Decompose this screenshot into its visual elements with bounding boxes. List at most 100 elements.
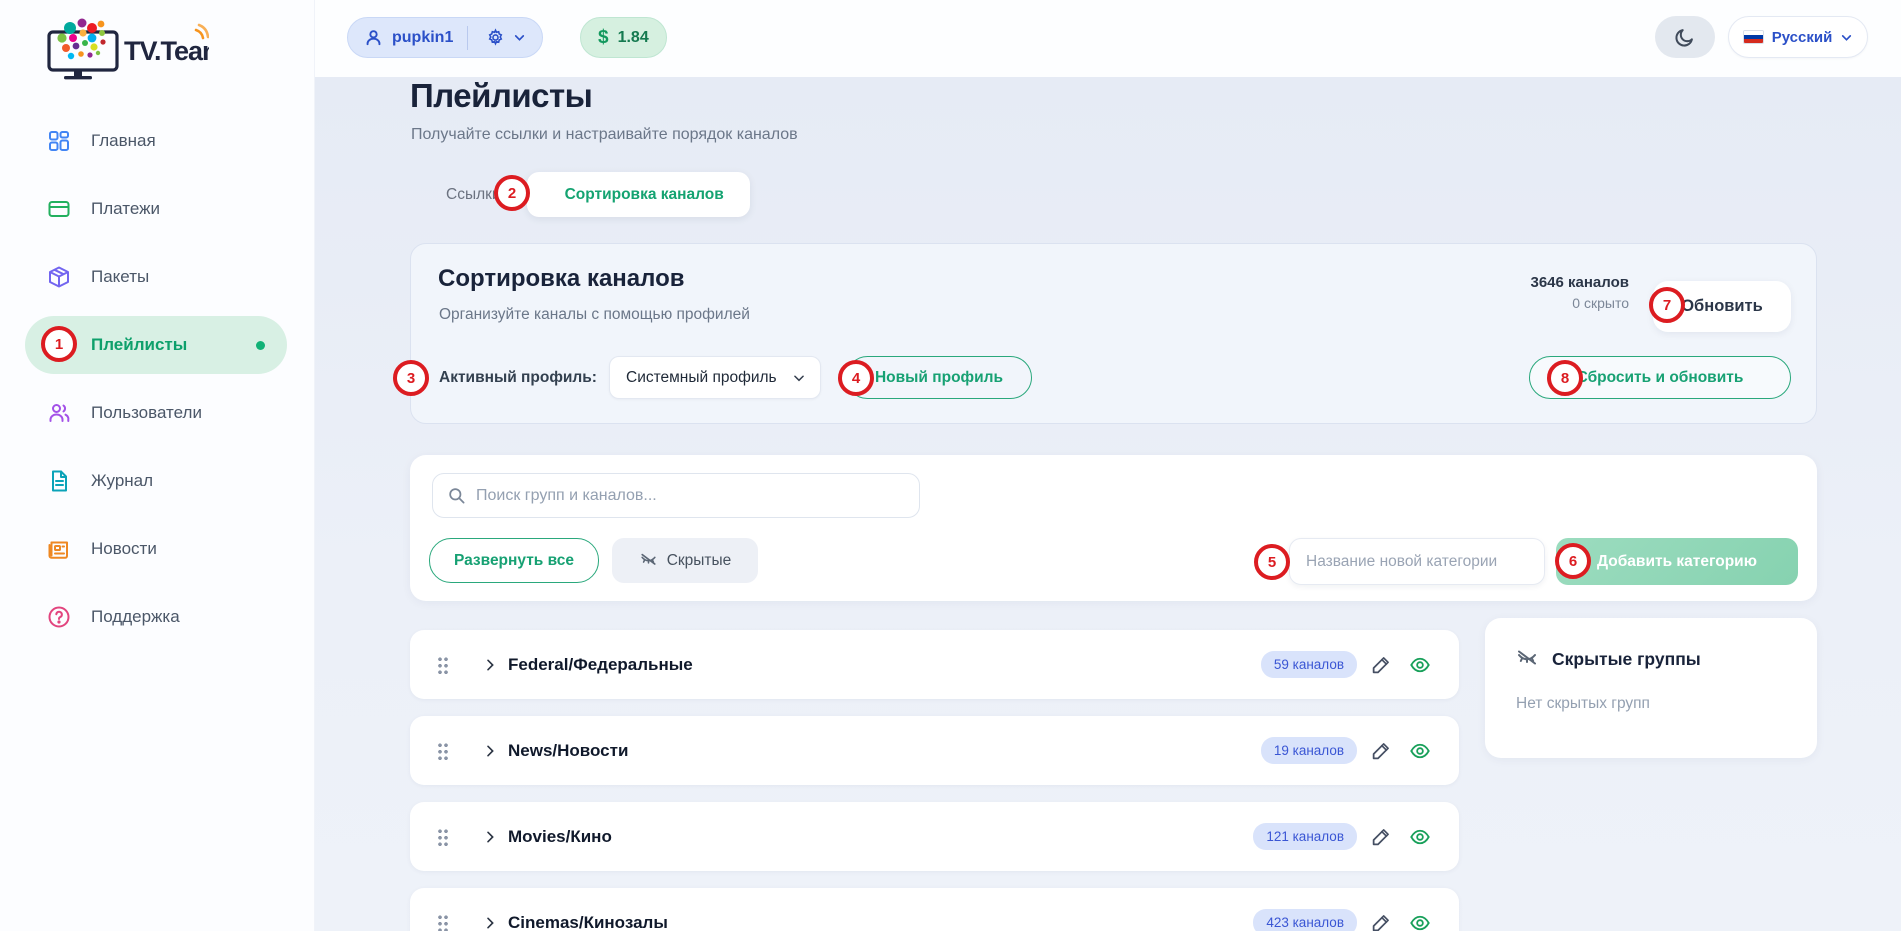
sidebar-item-label: Журнал [91, 471, 153, 491]
chevron-down-icon [792, 371, 806, 385]
sorting-card-subtitle: Организуйте каналы с помощью профилей [439, 306, 750, 324]
toggle-visibility-button[interactable] [1405, 822, 1435, 852]
balance-button[interactable]: $ 1.84 [580, 17, 667, 58]
group-row[interactable]: Federal/Федеральные 59 каналов [410, 630, 1459, 699]
edit-group-button[interactable] [1366, 908, 1396, 931]
annotation-circle-2: 2 [494, 175, 530, 211]
package-icon [47, 265, 71, 289]
sidebar-item-journal[interactable]: Журнал [25, 452, 287, 510]
profile-select[interactable]: Системный профиль [609, 356, 821, 399]
tab-channel-sorting[interactable]: Сортировка каналов [527, 172, 750, 217]
users-icon [47, 401, 71, 425]
eye-icon [1409, 654, 1431, 676]
hidden-count: 0 скрыто [1359, 295, 1629, 311]
group-row[interactable]: Movies/Кино 121 каналов [410, 802, 1459, 871]
pencil-icon [1371, 740, 1392, 761]
hidden-groups-title: Скрытые группы [1552, 649, 1701, 670]
toggle-visibility-button[interactable] [1405, 650, 1435, 680]
credit-card-icon [47, 197, 71, 221]
sidebar-item-support[interactable]: Поддержка [25, 588, 287, 646]
tv-icon [49, 19, 117, 80]
annotation-circle-3: 3 [393, 360, 429, 396]
group-row[interactable]: Cinemas/Кинозалы 423 каналов [410, 888, 1459, 931]
channel-count-badge: 19 каналов [1261, 737, 1357, 764]
edit-group-button[interactable] [1366, 822, 1396, 852]
annotation-circle-5: 5 [1254, 544, 1290, 580]
sidebar-item-label: Плейлисты [91, 335, 187, 355]
tab-bar: Ссылки Сортировка каналов [432, 172, 750, 217]
drag-handle-icon[interactable] [437, 656, 449, 674]
drag-handle-icon[interactable] [437, 914, 449, 931]
profile-select-value: Системный профиль [626, 369, 777, 387]
dollar-icon: $ [598, 27, 609, 49]
page-subtitle: Получайте ссылки и настраивайте порядок … [411, 126, 798, 144]
pencil-icon [1371, 826, 1392, 847]
add-category-button[interactable]: Добавить категорию [1556, 538, 1798, 585]
eye-off-icon [639, 551, 658, 570]
group-name: Federal/Федеральные [508, 655, 693, 675]
annotation-circle-7: 7 [1649, 287, 1685, 323]
expand-all-button[interactable]: Развернуть все [429, 538, 599, 583]
hidden-groups-empty-text: Нет скрытых групп [1516, 695, 1650, 713]
sidebar-item-label: Пакеты [91, 267, 149, 287]
brand-logo: TV.Team [44, 16, 209, 80]
edit-group-button[interactable] [1366, 736, 1396, 766]
search-box [432, 473, 920, 518]
dark-mode-toggle[interactable] [1655, 16, 1715, 58]
document-icon [47, 469, 71, 493]
edit-group-button[interactable] [1366, 650, 1396, 680]
toggle-visibility-button[interactable] [1405, 736, 1435, 766]
hidden-filter-button[interactable]: Скрытые [612, 538, 758, 583]
hidden-filter-label: Скрытые [667, 552, 732, 570]
user-menu[interactable]: pupkin1 [347, 17, 543, 58]
channel-count-badge: 423 каналов [1253, 909, 1357, 931]
dashboard-icon [47, 129, 71, 153]
russia-flag-icon [1743, 30, 1764, 44]
sidebar-item-home[interactable]: Главная [25, 112, 287, 170]
sidebar-item-users[interactable]: Пользователи [25, 384, 287, 442]
channel-stats: 3646 каналов 0 скрыто [1359, 274, 1629, 311]
moon-icon [1674, 26, 1696, 48]
sidebar-item-label: Платежи [91, 199, 160, 219]
sidebar-item-label: Пользователи [91, 403, 202, 423]
drag-handle-icon[interactable] [437, 742, 449, 760]
language-label: Русский [1772, 29, 1833, 46]
pencil-icon [1371, 912, 1392, 931]
annotation-circle-4: 4 [838, 360, 874, 396]
chevron-right-icon[interactable] [482, 829, 498, 845]
sorting-card: Сортировка каналов Организуйте каналы с … [410, 243, 1817, 424]
username: pupkin1 [392, 29, 453, 47]
group-list: Federal/Федеральные 59 каналов [410, 630, 1459, 931]
help-circle-icon [47, 605, 71, 629]
toggle-visibility-button[interactable] [1405, 908, 1435, 931]
filter-card: Развернуть все Скрытые Добавить категори… [410, 455, 1817, 601]
sidebar-item-news[interactable]: Новости [25, 520, 287, 578]
chevron-right-icon[interactable] [482, 743, 498, 759]
settings-control[interactable] [480, 24, 532, 51]
chevron-right-icon[interactable] [482, 915, 498, 931]
annotation-circle-8: 8 [1547, 360, 1583, 396]
new-category-input[interactable] [1289, 538, 1545, 585]
search-input[interactable] [476, 487, 905, 505]
hidden-groups-panel: Скрытые группы Нет скрытых групп [1485, 618, 1817, 758]
eye-icon [1409, 826, 1431, 848]
sidebar-item-label: Новости [91, 539, 157, 559]
user-icon [364, 28, 383, 47]
sidebar-item-payments[interactable]: Платежи [25, 180, 287, 238]
sidebar-item-label: Поддержка [91, 607, 180, 627]
pencil-icon [1371, 654, 1392, 675]
language-selector[interactable]: Русский [1728, 16, 1868, 58]
group-name: Movies/Кино [508, 827, 612, 847]
group-row[interactable]: News/Новости 19 каналов [410, 716, 1459, 785]
eye-off-icon [1515, 647, 1539, 671]
sidebar-item-packages[interactable]: Пакеты [25, 248, 287, 306]
chevron-right-icon[interactable] [482, 657, 498, 673]
channels-total: 3646 каналов [1359, 274, 1629, 291]
chevron-down-icon [1840, 31, 1853, 44]
topbar: pupkin1 $ 1.84 Русский [315, 0, 1901, 77]
sidebar: TV.Team Главная Платежи Пакеты Плейлист [0, 0, 315, 931]
annotation-circle-1: 1 [41, 326, 77, 362]
search-icon [447, 486, 466, 505]
drag-handle-icon[interactable] [437, 828, 449, 846]
active-profile-label: Активный профиль: [439, 369, 597, 387]
